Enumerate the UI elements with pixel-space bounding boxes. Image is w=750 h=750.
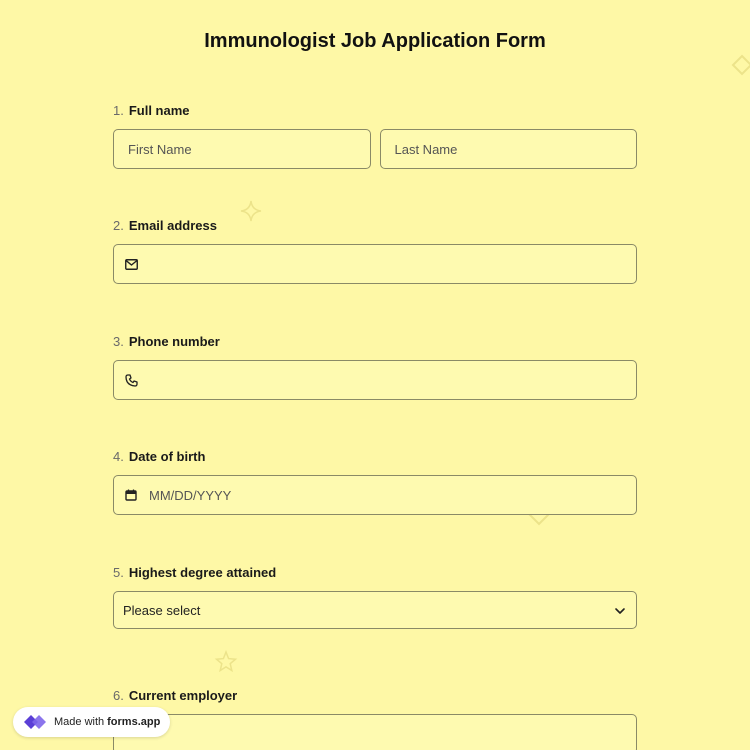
diamond-decoration-icon <box>731 54 750 76</box>
email-field[interactable] <box>113 244 637 284</box>
question-label: 1. Full name <box>113 102 637 120</box>
question-text: Date of birth <box>128 449 206 464</box>
question-text: Current employer <box>128 688 238 703</box>
last-name-input[interactable]: Last Name <box>379 129 637 169</box>
brand-text: forms.app <box>107 716 161 728</box>
calendar-icon <box>123 487 139 503</box>
question-number: 6. <box>113 688 124 703</box>
made-with-badge[interactable]: Made with forms.app <box>13 707 170 737</box>
first-name-input[interactable]: First Name <box>113 129 371 169</box>
question-number: 3. <box>113 334 124 349</box>
question-label: 6. Current employer <box>113 687 637 705</box>
current-employer-input[interactable] <box>113 714 637 750</box>
first-name-placeholder: First Name <box>128 141 192 157</box>
date-placeholder: MM/DD/YYYY <box>149 487 232 503</box>
question-text: Full name <box>128 103 190 118</box>
question-label: 3. Phone number <box>113 333 637 351</box>
select-value: Please select <box>123 602 201 618</box>
question-full-name: 1. Full name First Name Last Name <box>113 102 637 169</box>
forms-app-logo-icon <box>20 711 50 733</box>
made-with-text: Made with <box>54 716 105 728</box>
form-page: Immunologist Job Application Form 1. Full… <box>0 0 750 750</box>
highest-degree-select[interactable]: Please select <box>113 591 637 629</box>
form-title: Immunologist Job Application Form <box>204 30 546 52</box>
phone-icon <box>123 372 139 388</box>
question-label: 5. Highest degree attained <box>113 564 637 582</box>
question-label: 2. Email address <box>113 217 637 235</box>
star-decoration-icon <box>214 650 238 673</box>
mail-icon <box>123 256 139 272</box>
last-name-placeholder: Last Name <box>394 141 458 157</box>
question-number: 1. <box>113 103 124 118</box>
question-text: Phone number <box>128 334 220 349</box>
question-phone: 3. Phone number <box>113 333 637 400</box>
question-number: 2. <box>113 218 124 233</box>
question-number: 4. <box>113 449 124 464</box>
chevron-down-icon <box>614 603 626 618</box>
question-highest-degree: 5. Highest degree attained Please select <box>113 564 637 629</box>
question-email: 2. Email address <box>113 217 637 284</box>
question-number: 5. <box>113 565 124 580</box>
question-text: Highest degree attained <box>128 565 277 580</box>
question-date-of-birth: 4. Date of birth MM/DD/YYYY <box>113 448 637 515</box>
date-of-birth-field[interactable]: MM/DD/YYYY <box>113 475 637 515</box>
phone-field[interactable] <box>113 360 637 400</box>
question-text: Email address <box>128 218 217 233</box>
question-current-employer: 6. Current employer <box>113 687 637 750</box>
question-label: 4. Date of birth <box>113 448 637 466</box>
